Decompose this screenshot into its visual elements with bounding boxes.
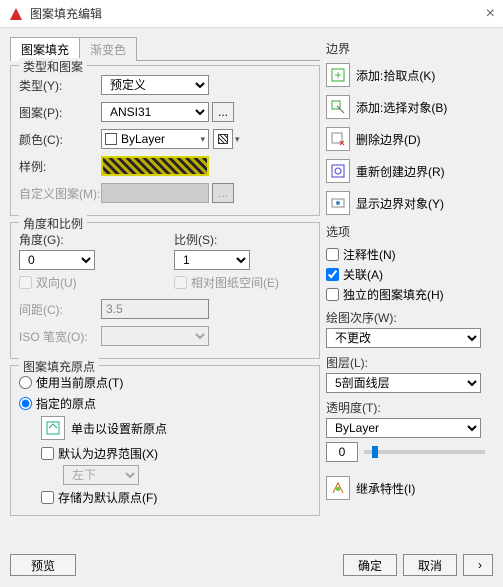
preview-button[interactable]: 预览 xyxy=(10,554,76,576)
svg-text:+: + xyxy=(334,68,341,82)
group-origin: 图案填充原点 使用当前原点(T) 指定的原点 单击以设置新原点 默认为边界范围(… xyxy=(10,365,320,516)
use-current-label: 使用当前原点(T) xyxy=(36,374,123,391)
default-bound-checkbox[interactable] xyxy=(41,447,54,460)
app-logo xyxy=(8,6,24,22)
rel-paper-checkbox xyxy=(174,276,187,289)
ok-button[interactable]: 确定 xyxy=(343,554,397,576)
rel-paper-label: 相对图纸空间(E) xyxy=(191,274,279,291)
spacing-input xyxy=(101,299,209,319)
custom-browse-button: ... xyxy=(212,183,234,203)
independent-label: 独立的图案填充(H) xyxy=(343,286,444,303)
scale-select[interactable]: 1 xyxy=(174,250,250,270)
associative-checkbox[interactable] xyxy=(326,268,339,281)
pattern-browse-button[interactable]: ... xyxy=(212,102,234,122)
spacing-label: 间距(C): xyxy=(19,301,101,318)
chevron-down-icon: ▾ xyxy=(235,134,240,145)
annotative-checkbox[interactable] xyxy=(326,248,339,261)
options-title: 选项 xyxy=(326,223,485,240)
draw-order-label: 绘图次序(W): xyxy=(326,309,485,326)
iso-label: ISO 笔宽(O): xyxy=(19,328,101,345)
angle-label: 角度(G): xyxy=(19,231,156,248)
group-angle-scale: 角度和比例 角度(G): 0 比例(S): 1 双向(U) 相对图纸空间(E) … xyxy=(10,222,320,359)
custom-pattern-label: 自定义图案(M): xyxy=(19,185,101,202)
cancel-button[interactable]: 取消 xyxy=(403,554,457,576)
titlebar: 图案填充编辑 × xyxy=(0,0,503,28)
type-select[interactable]: 预定义 xyxy=(101,75,209,95)
group-title: 角度和比例 xyxy=(19,215,87,232)
add-select-label: 添加:选择对象(B) xyxy=(356,99,447,116)
show-bound-label: 显示边界对象(Y) xyxy=(356,195,444,212)
color-value: ByLayer xyxy=(121,132,165,146)
window-title: 图案填充编辑 xyxy=(30,5,102,22)
left-panel: 图案填充 渐变色 类型和图案 类型(Y): 预定义 图案(P): ANSI31 … xyxy=(10,36,320,544)
recreate-label: 重新创建边界(R) xyxy=(356,163,445,180)
color-label: 颜色(C): xyxy=(19,131,101,148)
bg-color-button[interactable] xyxy=(213,129,233,149)
tab-gradient[interactable]: 渐变色 xyxy=(79,37,137,61)
layer-label: 图层(L): xyxy=(326,354,485,371)
use-current-radio[interactable] xyxy=(19,376,32,389)
transparency-value-input[interactable] xyxy=(326,442,358,462)
remove-boundary-button[interactable] xyxy=(326,127,350,151)
add-pick-label: 添加:拾取点(K) xyxy=(356,67,435,84)
close-icon[interactable]: × xyxy=(486,5,495,23)
add-select-button[interactable] xyxy=(326,95,350,119)
specified-label: 指定的原点 xyxy=(36,395,96,412)
inherit-button[interactable] xyxy=(326,476,350,500)
transparency-label: 透明度(T): xyxy=(326,399,485,416)
bidir-checkbox xyxy=(19,276,32,289)
draw-order-select[interactable]: 不更改 xyxy=(326,328,481,348)
associative-label: 关联(A) xyxy=(343,266,383,283)
inherit-label: 继承特性(I) xyxy=(356,480,415,497)
expand-button[interactable]: › xyxy=(463,554,493,576)
pattern-select[interactable]: ANSI31 xyxy=(101,102,209,122)
group-type-pattern: 类型和图案 类型(Y): 预定义 图案(P): ANSI31 ... 颜色(C)… xyxy=(10,65,320,216)
transparency-slider[interactable] xyxy=(364,450,485,454)
store-default-label: 存储为默认原点(F) xyxy=(58,489,157,506)
group-title: 图案填充原点 xyxy=(19,358,99,375)
angle-select[interactable]: 0 xyxy=(19,250,95,270)
sample-label: 样例: xyxy=(19,158,101,175)
remove-label: 删除边界(D) xyxy=(356,131,421,148)
group-title: 类型和图案 xyxy=(19,58,87,75)
boundary-title: 边界 xyxy=(326,40,485,57)
set-origin-button[interactable] xyxy=(41,416,65,440)
transparency-select[interactable]: ByLayer xyxy=(326,418,481,438)
right-panel: 边界 + 添加:拾取点(K) 添加:选择对象(B) 删除边界(D) 重新创建边界(… xyxy=(320,36,485,544)
color-select[interactable]: ByLayer ▾ xyxy=(101,129,209,149)
independent-checkbox[interactable] xyxy=(326,288,339,301)
recreate-boundary-button[interactable] xyxy=(326,159,350,183)
pattern-label: 图案(P): xyxy=(19,104,101,121)
type-label: 类型(Y): xyxy=(19,77,101,94)
specified-radio[interactable] xyxy=(19,397,32,410)
chevron-down-icon: ▾ xyxy=(200,134,205,145)
click-set-label: 单击以设置新原点 xyxy=(71,420,167,437)
annotative-label: 注释性(N) xyxy=(343,246,396,263)
custom-pattern-field xyxy=(101,183,209,203)
content-area: 图案填充 渐变色 类型和图案 类型(Y): 预定义 图案(P): ANSI31 … xyxy=(0,28,503,548)
position-select: 左下 xyxy=(63,465,139,485)
scale-label: 比例(S): xyxy=(174,231,311,248)
bidir-label: 双向(U) xyxy=(36,274,77,291)
footer: 预览 确定 取消 › xyxy=(0,548,503,582)
add-pick-button[interactable]: + xyxy=(326,63,350,87)
color-swatch-icon xyxy=(105,133,117,145)
default-bound-label: 默认为边界范围(X) xyxy=(58,445,158,462)
pattern-sample[interactable] xyxy=(101,156,209,176)
iso-select xyxy=(101,326,209,346)
show-boundary-button[interactable] xyxy=(326,191,350,215)
store-default-checkbox[interactable] xyxy=(41,491,54,504)
layer-select[interactable]: 5剖面线层 xyxy=(326,373,481,393)
